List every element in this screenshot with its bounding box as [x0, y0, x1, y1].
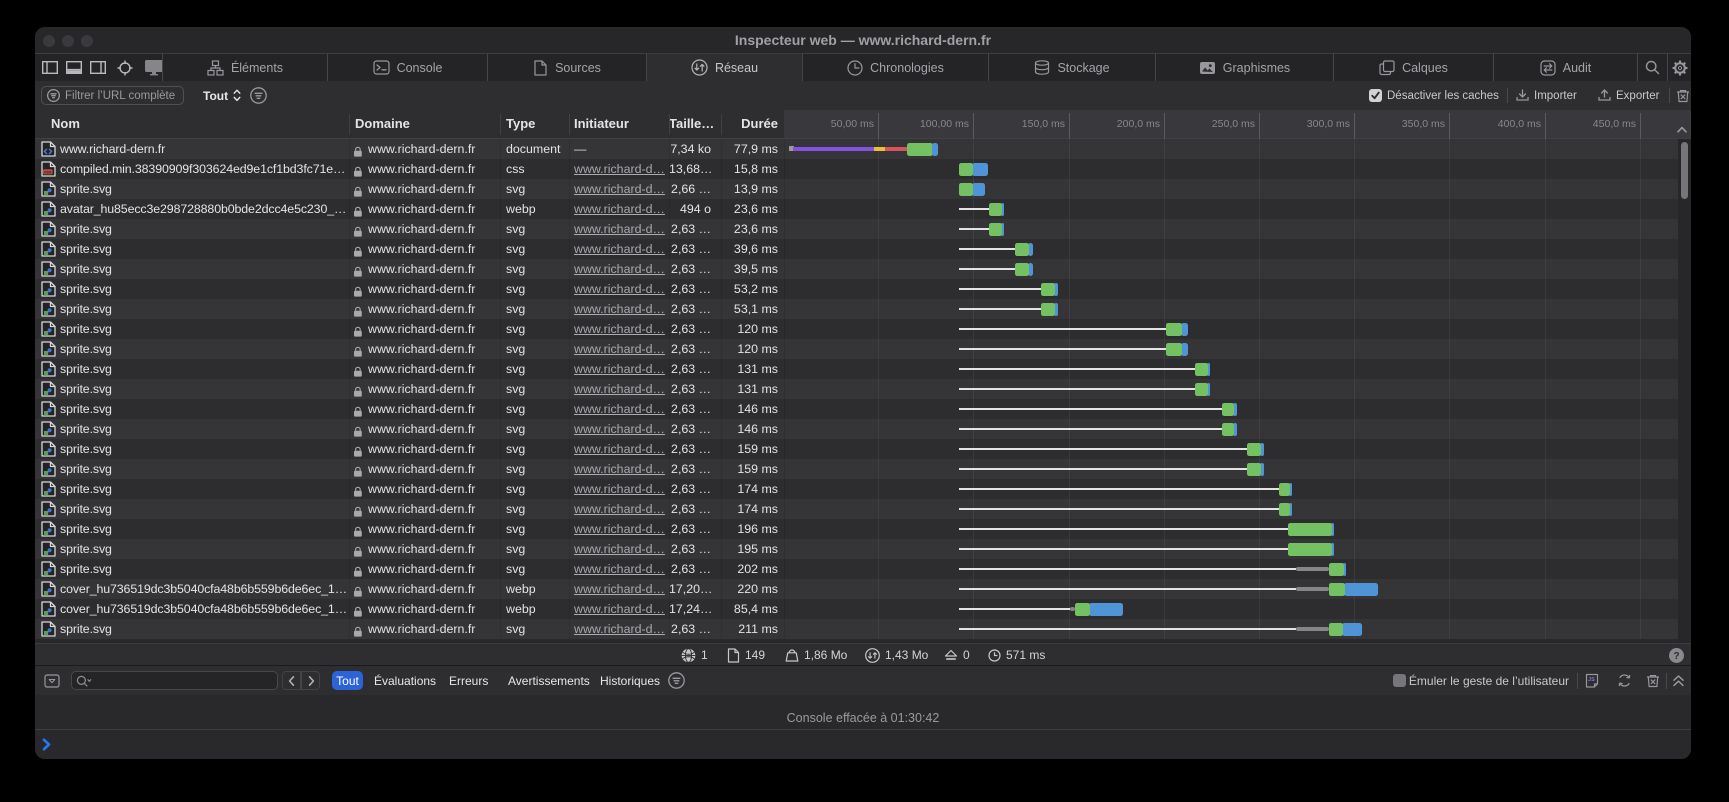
- svg-text:?: ?: [1673, 651, 1679, 662]
- svg-text:JS: JS: [1588, 677, 1595, 683]
- svg-text:css: css: [44, 169, 52, 174]
